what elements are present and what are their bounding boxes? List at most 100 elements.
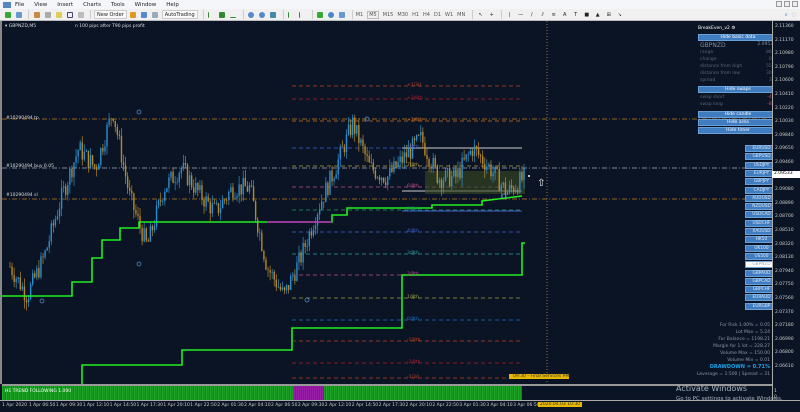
text-label-tool[interactable]: T [571,10,580,19]
hide-swaps-button[interactable]: Hide swaps [698,86,778,93]
triangle-tool[interactable]: ▲ [593,10,602,19]
profiles-button[interactable] [14,10,23,19]
bar-chart-button[interactable] [207,10,216,19]
periods-button[interactable] [327,10,336,19]
gear-icon[interactable]: ⚙ [731,26,735,31]
new-order-button[interactable]: New Order [94,10,127,19]
trend-bar [264,386,266,400]
menu-help[interactable]: Help [166,2,179,8]
hide-basic-data-button[interactable]: Hide basic data [698,34,778,41]
time-tick: 3 Apr 01:30 [459,403,486,408]
candle-body [506,192,509,195]
trend-bar [342,386,344,400]
trend-bar [434,386,436,400]
candle-body [409,148,412,159]
tester-button[interactable] [76,10,85,19]
menu-file[interactable]: File [15,2,24,8]
trend-bar [480,386,482,400]
candle-body [356,125,358,134]
price-chart[interactable]: ▾ GBPNZD,M5 n 100 pips after T90 pips pr… [0,21,772,384]
activate-windows-watermark: Activate Windows Go to PC settings to act… [676,384,783,404]
menu-tools[interactable]: Tools [111,2,125,8]
tf-d1[interactable]: D1 [434,12,441,18]
signals-button[interactable] [140,10,149,19]
gann-tool[interactable]: ⊞ [604,10,613,19]
tf-m30[interactable]: M30 [397,12,408,18]
vertical-line-tool[interactable]: | [505,10,514,19]
navigator-button[interactable] [54,10,63,19]
restore-button[interactable] [784,1,790,7]
cursor-tool[interactable]: ↖ [476,10,485,19]
tf-mn[interactable]: MN [457,12,465,18]
tf-w1[interactable]: W1 [445,12,453,18]
trend-bar [94,386,96,400]
candle-body [40,256,42,278]
rectangle-tool[interactable]: ■ [582,10,591,19]
trend-bar [212,386,214,400]
zoom-in-button[interactable] [247,10,256,19]
crosshair-tool[interactable]: + [487,10,496,19]
horizontal-line-tool[interactable]: — [516,10,525,19]
search-icon[interactable]: ⌕ [785,12,788,18]
trend-bar [172,386,174,400]
trend-bar [500,386,502,400]
metaeditor-button[interactable] [129,10,138,19]
trend-bar [110,386,112,400]
price-tick: 2.08320 [775,241,794,247]
trend-bar [518,386,520,400]
channel-tool[interactable]: ⫽ [538,10,547,19]
trend-bar [384,386,386,400]
hide-timer-button[interactable]: Hide timer [698,127,778,134]
trend-bar [496,386,498,400]
panel-row-swap-long: swap long-8.4 [700,102,776,107]
trend-bar [446,386,448,400]
trend-bar [418,386,420,400]
indicators-button[interactable] [316,10,325,19]
candle-body [23,286,26,301]
terminal-button[interactable] [65,10,74,19]
line-chart-button[interactable] [229,10,238,19]
candle-body [457,168,459,177]
chart-shift-button[interactable] [298,10,307,19]
tf-m15[interactable]: M15 [383,12,394,18]
candle-body [108,118,110,125]
chat-icon[interactable]: ◌ [792,12,796,18]
tf-h4[interactable]: H4 [423,12,430,18]
arrows-tool[interactable]: ↘ [615,10,624,19]
trend-bar [156,386,158,400]
trend-bar [302,386,304,400]
menu-charts[interactable]: Charts [83,2,101,8]
price-axis[interactable]: 2.11360 2.11170 2.10980 2.10790 2.10600 2.104… [772,21,800,400]
menu-view[interactable]: View [34,2,47,8]
entry-line-label: #10290494 buy 0.05 [6,164,54,169]
tf-m1[interactable]: M1 [356,12,364,18]
candle-body [69,168,71,186]
menu-insert[interactable]: Insert [57,2,73,8]
autotrading-button[interactable]: AutoTrading [161,10,198,19]
candle-body [349,124,352,136]
vps-button[interactable] [151,10,160,19]
autoscroll-button[interactable] [287,10,296,19]
hide-candle-button[interactable]: Hide candle [698,111,778,118]
tf-h1[interactable]: H1 [412,12,419,18]
candle-body [182,162,185,168]
data-window-button[interactable] [43,10,52,19]
market-watch-button[interactable] [32,10,41,19]
new-chart-button[interactable] [3,10,12,19]
candle-chart-button[interactable] [218,10,227,19]
tf-m5[interactable]: M5 [367,10,379,19]
plus-icon [4,11,11,18]
text-tool[interactable]: A [560,10,569,19]
candle-body [300,252,302,263]
hide-area-button[interactable]: Hide area [698,119,778,126]
candle-body [512,187,515,193]
tile-windows-button[interactable] [269,10,278,19]
templates-button[interactable] [338,10,347,19]
minimize-button[interactable] [776,1,782,7]
fibonacci-tool[interactable]: ≡ [549,10,558,19]
menu-window[interactable]: Window [135,2,157,8]
close-button[interactable] [792,1,798,7]
candle-body [327,182,329,195]
zoom-out-button[interactable] [258,10,267,19]
trendline-tool[interactable]: / [527,10,536,19]
